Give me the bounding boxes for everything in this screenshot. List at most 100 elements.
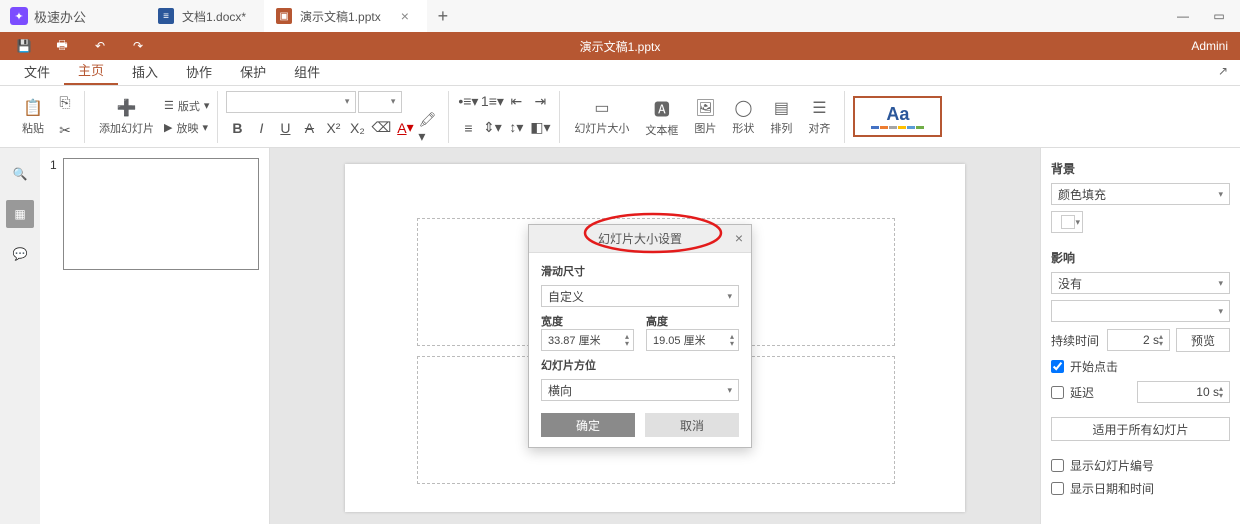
font-color-button[interactable]: A▾ xyxy=(394,117,416,139)
playback-button[interactable]: ▶ 放映 ▾ xyxy=(164,120,209,136)
thumbnail-panel: 1 xyxy=(40,148,270,524)
thumbnails-button[interactable]: ▦ xyxy=(6,200,34,228)
cancel-button[interactable]: 取消 xyxy=(645,413,739,437)
theme-colors xyxy=(871,126,924,129)
width-label: 宽度 xyxy=(541,316,563,328)
menu-plugins[interactable]: 组件 xyxy=(280,58,334,85)
maximize-button[interactable]: ▭ xyxy=(1212,9,1226,23)
strike-button[interactable]: A xyxy=(298,117,320,139)
save-icon[interactable]: 💾 xyxy=(16,38,32,54)
orientation-select[interactable]: 横向▾ xyxy=(541,379,739,401)
redo-icon[interactable]: ↷ xyxy=(130,38,146,54)
menu-insert[interactable]: 插入 xyxy=(118,58,172,85)
menu-protect[interactable]: 保护 xyxy=(226,58,280,85)
layout-button[interactable]: ☰ 版式 ▾ xyxy=(164,98,209,114)
align-left-button[interactable]: ≡ xyxy=(457,117,479,139)
show-datetime-label: 显示日期和时间 xyxy=(1070,480,1154,497)
theme-aa-icon: Aa xyxy=(886,104,909,125)
bg-section-label: 背景 xyxy=(1051,160,1230,177)
font-size-select[interactable]: ▾ xyxy=(358,91,402,113)
quick-action-bar: 💾 🖶 ↶ ↷ 演示文稿1.pptx Admini xyxy=(0,32,1240,60)
height-spinner[interactable]: 19.05 厘米▴▾ xyxy=(646,329,739,351)
duration-input[interactable]: 2 s▴▾ xyxy=(1107,329,1171,351)
superscript-button[interactable]: X² xyxy=(322,117,344,139)
bg-fill-value: 颜色填充 xyxy=(1058,186,1106,203)
italic-button[interactable]: I xyxy=(250,117,272,139)
bg-color-picker[interactable]: ▾ xyxy=(1051,211,1083,233)
ribbon-insert-objects: ▭幻灯片大小 🅰 文本框 🖼图片 ◯形状 ▤排列 ☰对齐 xyxy=(560,91,845,143)
collapse-ribbon-icon[interactable]: ↗ xyxy=(1218,64,1228,78)
start-on-click-label: 开始点击 xyxy=(1070,358,1118,375)
copy-icon[interactable]: ⎘ xyxy=(54,92,76,114)
quick-actions: 💾 🖶 ↶ ↷ xyxy=(0,38,162,54)
shape-icon: ◯ xyxy=(734,98,752,118)
delay-checkbox[interactable]: 延迟 xyxy=(1051,384,1131,401)
undo-icon[interactable]: ↶ xyxy=(92,38,108,54)
paste-button[interactable]: 📋 粘贴 xyxy=(16,96,50,138)
clear-fmt-icon[interactable]: ⌫ xyxy=(370,117,392,139)
slide-thumbnail-1[interactable]: 1 xyxy=(50,158,259,270)
dialog-close-button[interactable]: × xyxy=(735,230,743,246)
file-tab-doc[interactable]: ≡ 文档1.docx* xyxy=(146,0,264,32)
height-value: 19.05 厘米 xyxy=(653,332,706,348)
slide-size-button[interactable]: ▭幻灯片大小 xyxy=(568,96,635,138)
indent-inc-button[interactable]: ⇥ xyxy=(529,91,551,113)
font-family-select[interactable]: ▾ xyxy=(226,91,356,113)
effect-section-label: 影响 xyxy=(1051,249,1230,266)
start-on-click-checkbox[interactable]: 开始点击 xyxy=(1051,358,1230,375)
textbox-label: 文本框 xyxy=(645,122,678,138)
close-tab-icon[interactable]: × xyxy=(401,8,409,24)
delay-input[interactable]: 10 s▴▾ xyxy=(1137,381,1231,403)
textbox-icon: 🅰 xyxy=(654,96,670,120)
cut-icon[interactable]: ✂ xyxy=(54,120,76,142)
numbering-button[interactable]: 1≡▾ xyxy=(481,91,503,113)
print-icon[interactable]: 🖶 xyxy=(54,38,70,54)
image-button[interactable]: 🖼图片 xyxy=(688,96,722,138)
bg-fill-select[interactable]: 颜色填充▾ xyxy=(1051,183,1230,205)
menu-collab[interactable]: 协作 xyxy=(172,58,226,85)
fill-color-button[interactable]: ◧▾ xyxy=(529,117,551,139)
effect-subtype-select[interactable]: ▾ xyxy=(1051,300,1230,322)
orientation-value: 横向 xyxy=(548,382,572,399)
ok-button[interactable]: 确定 xyxy=(541,413,635,437)
layout-label: 版式 xyxy=(178,98,200,114)
indent-dec-button[interactable]: ⇤ xyxy=(505,91,527,113)
show-slide-no-checkbox[interactable]: 显示幻灯片编号 xyxy=(1051,457,1230,474)
show-datetime-checkbox[interactable]: 显示日期和时间 xyxy=(1051,480,1230,497)
arrange-button[interactable]: ▤排列 xyxy=(764,96,798,138)
dialog-title-bar[interactable]: 幻灯片大小设置 × xyxy=(529,225,751,253)
new-tab-button[interactable]: + xyxy=(427,0,459,32)
menu-file[interactable]: 文件 xyxy=(10,58,64,85)
ribbon-paragraph: •≡▾ 1≡▾ ⇤ ⇥ ≡ ⇕▾ ↕▾ ◧▾ xyxy=(449,91,560,143)
search-button[interactable]: 🔍 xyxy=(6,160,34,188)
highlight-button[interactable]: 🖍▾ xyxy=(418,117,440,139)
slide-size-select[interactable]: 自定义▾ xyxy=(541,285,739,307)
line-spacing-button[interactable]: ⇕▾ xyxy=(481,117,503,139)
minimize-button[interactable]: — xyxy=(1176,9,1190,23)
theme-swatch[interactable]: Aa xyxy=(853,96,942,137)
align-button[interactable]: ☰对齐 xyxy=(802,96,836,138)
width-spinner[interactable]: 33.87 厘米▴▾ xyxy=(541,329,634,351)
arrange-icon: ▤ xyxy=(774,98,789,118)
effect-select[interactable]: 没有▾ xyxy=(1051,272,1230,294)
slide-size-value: 自定义 xyxy=(548,288,584,305)
preview-button[interactable]: 预览 xyxy=(1176,328,1230,352)
bullets-button[interactable]: •≡▾ xyxy=(457,91,479,113)
shape-button[interactable]: ◯形状 xyxy=(726,96,760,138)
text-direction-button[interactable]: ↕▾ xyxy=(505,117,527,139)
slide-size-label: 幻灯片大小 xyxy=(574,120,629,136)
ribbon-slides: ➕ 添加幻灯片 ☰ 版式 ▾ ▶ 放映 ▾ xyxy=(85,91,218,143)
image-label: 图片 xyxy=(694,120,716,136)
textbox-button[interactable]: 🅰 文本框 xyxy=(639,94,684,140)
apply-all-button[interactable]: 适用于所有幻灯片 xyxy=(1051,417,1230,441)
underline-button[interactable]: U xyxy=(274,117,296,139)
document-title: 演示文稿1.pptx xyxy=(580,38,661,55)
orientation-label: 幻灯片方位 xyxy=(541,357,739,373)
comments-button[interactable]: 💬 xyxy=(6,240,34,268)
doc-icon: ≡ xyxy=(158,8,174,24)
bold-button[interactable]: B xyxy=(226,117,248,139)
menu-home[interactable]: 主页 xyxy=(64,56,118,85)
file-tab-ppt[interactable]: ▣ 演示文稿1.pptx × xyxy=(264,0,427,32)
add-slide-button[interactable]: ➕ 添加幻灯片 xyxy=(93,96,160,138)
subscript-button[interactable]: X₂ xyxy=(346,117,368,139)
